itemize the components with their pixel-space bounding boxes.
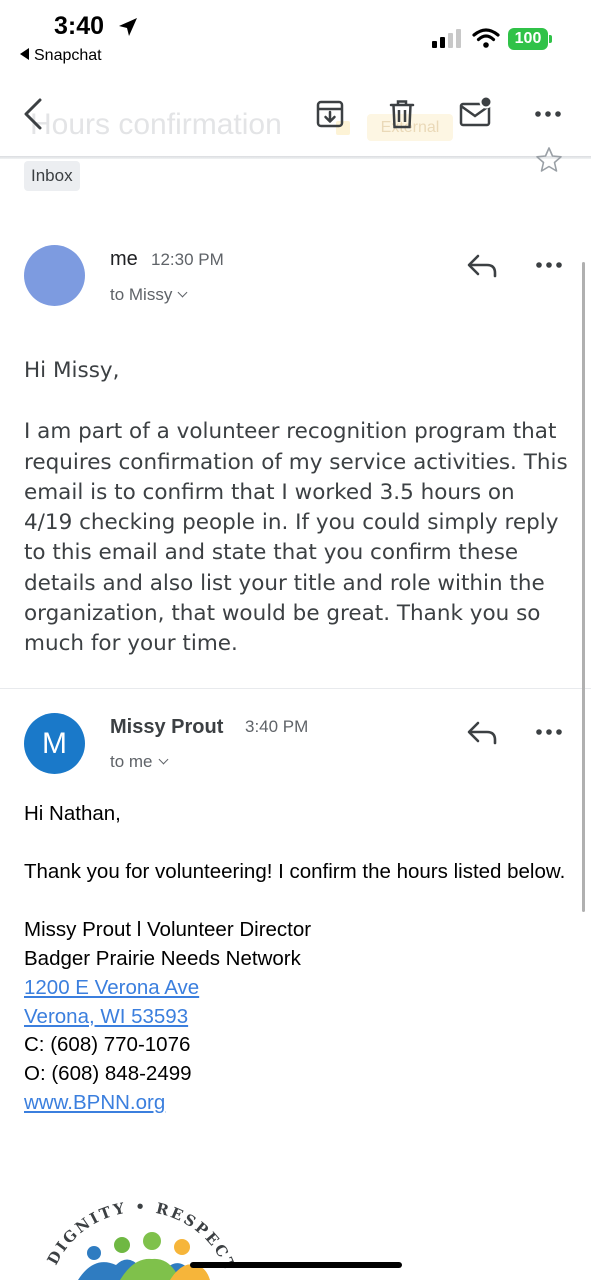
- avatar[interactable]: M: [24, 713, 85, 774]
- back-arrow-icon: [24, 98, 42, 130]
- message-time: 12:30 PM: [151, 250, 224, 269]
- trash-icon: [389, 100, 415, 129]
- chevron-down-icon: [158, 754, 168, 765]
- message-body: Hi Nathan, Thank you for volunteering! I…: [24, 800, 569, 1118]
- back-to-app-link[interactable]: Snapchat: [20, 47, 102, 65]
- avatar[interactable]: [24, 245, 85, 306]
- battery-indicator: 100: [508, 28, 552, 50]
- recipient-text: to me: [110, 752, 153, 771]
- home-indicator[interactable]: [190, 1262, 402, 1268]
- address-link-line2[interactable]: Verona, WI 53593: [24, 1003, 569, 1032]
- reply-button[interactable]: [462, 715, 502, 751]
- archive-button[interactable]: [312, 96, 348, 132]
- sender-name: me: [110, 248, 138, 270]
- star-icon: [536, 147, 562, 172]
- scrollbar[interactable]: [582, 262, 585, 912]
- reply-icon: [467, 254, 497, 278]
- signature-org: Badger Prairie Needs Network: [24, 946, 301, 970]
- address-link-line1[interactable]: 1200 E Verona Ave: [24, 974, 569, 1003]
- more-icon: [536, 729, 562, 735]
- recipient-text: to Missy: [110, 285, 173, 304]
- signature-name: Missy Prout l Volunteer Director: [24, 917, 312, 941]
- wifi-icon: [472, 28, 500, 48]
- message-time: 3:40 PM: [245, 717, 309, 736]
- mark-unread-button[interactable]: [458, 95, 494, 132]
- more-options-button[interactable]: [530, 96, 566, 132]
- inbox-label-chip[interactable]: Inbox: [24, 161, 80, 191]
- archive-icon: [316, 100, 344, 128]
- battery-cap: [549, 35, 552, 43]
- location-arrow-icon: [119, 18, 137, 36]
- greeting: Hi Missy,: [24, 358, 120, 383]
- chevron-down-icon: [177, 287, 188, 298]
- back-app-label: Snapchat: [34, 47, 102, 64]
- reply-icon: [467, 721, 497, 745]
- body-text: I am part of a volunteer recognition pro…: [24, 419, 568, 657]
- message-more-button[interactable]: [529, 714, 569, 750]
- body-text: Thank you for volunteering! I confirm th…: [24, 859, 566, 883]
- signature-office: O: (608) 848-2499: [24, 1062, 192, 1086]
- website-link[interactable]: www.BPNN.org: [24, 1089, 569, 1118]
- signature-cell: C: (608) 770-1076: [24, 1033, 191, 1057]
- collapsed-subject: Hours confirmation: [30, 108, 282, 141]
- status-time: 3:40: [54, 12, 105, 40]
- battery-level: 100: [508, 28, 548, 50]
- toolbar-divider: [0, 156, 591, 159]
- mark-unread-icon: [459, 95, 493, 127]
- reply-button[interactable]: [462, 248, 502, 284]
- sender-name: Missy Prout: [110, 716, 224, 738]
- recipient-details[interactable]: to Missy: [110, 285, 188, 305]
- message-divider: [0, 688, 591, 689]
- message-body: Hi Missy, I am part of a volunteer recog…: [24, 356, 569, 660]
- message-more-button[interactable]: [529, 247, 569, 283]
- cellular-signal-icon: [432, 29, 461, 48]
- more-icon: [536, 262, 562, 268]
- back-button[interactable]: [16, 96, 52, 132]
- star-button[interactable]: [534, 145, 564, 175]
- delete-button[interactable]: [384, 96, 420, 132]
- more-icon: [535, 111, 561, 117]
- back-triangle-icon: [20, 48, 29, 60]
- greeting: Hi Nathan,: [24, 802, 121, 825]
- recipient-details[interactable]: to me: [110, 752, 168, 772]
